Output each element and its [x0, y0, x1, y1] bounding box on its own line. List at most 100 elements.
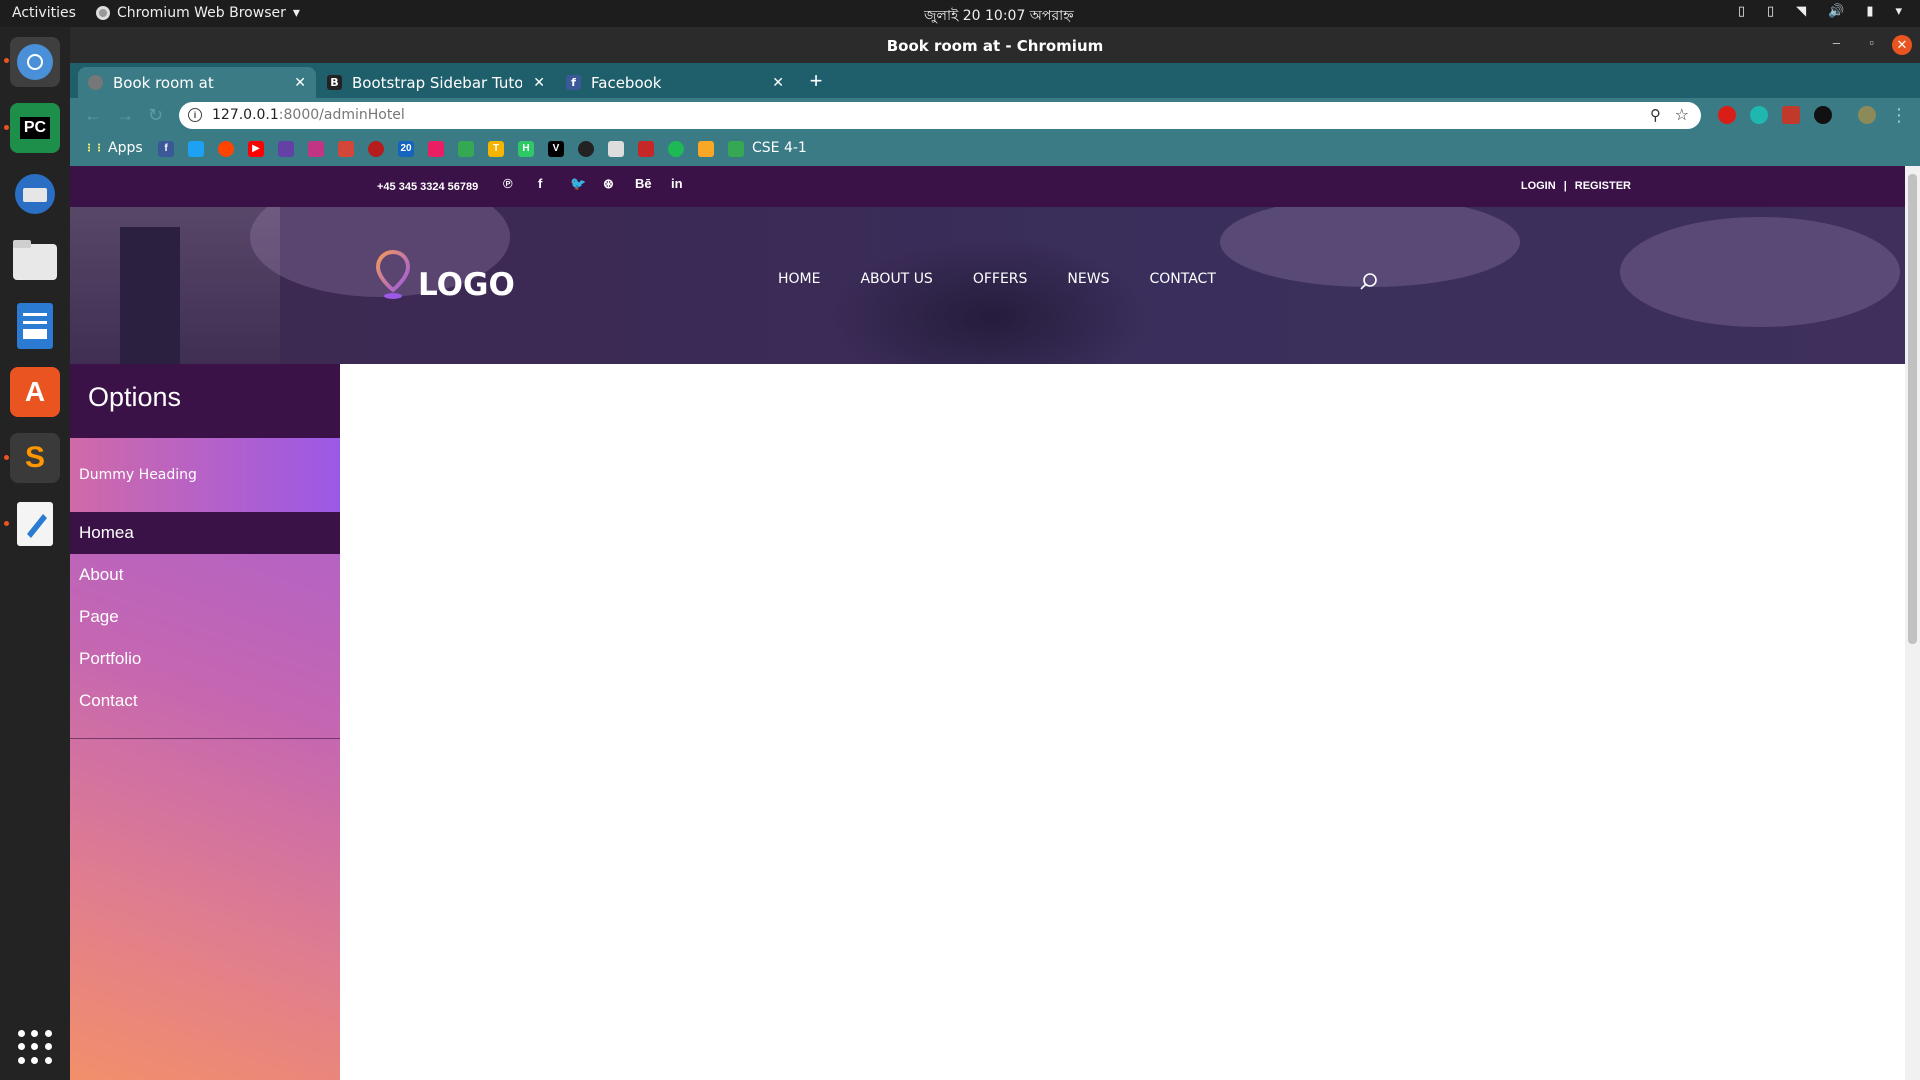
- close-tab-icon[interactable]: ✕: [533, 75, 545, 91]
- app-menu-label: Chromium Web Browser: [117, 5, 286, 21]
- close-tab-icon[interactable]: ✕: [772, 75, 784, 91]
- page-scrollbar[interactable]: [1905, 166, 1920, 1080]
- drive-icon[interactable]: [728, 141, 744, 157]
- login-link[interactable]: LOGIN: [1521, 180, 1556, 192]
- behance-icon[interactable]: Bē: [635, 176, 652, 191]
- phone-icon[interactable]: ▯: [1767, 4, 1774, 19]
- bookmark-icon[interactable]: [428, 141, 444, 157]
- text-editor-launcher[interactable]: [10, 499, 60, 549]
- clock[interactable]: জুলাই 20 10:07 অপরাহ্ন: [924, 4, 1074, 28]
- chromium-launcher[interactable]: [10, 37, 60, 87]
- bookmark-icon[interactable]: [638, 141, 654, 157]
- tab-book-room[interactable]: Book room at ✕: [78, 67, 316, 98]
- battery-icon[interactable]: ▮: [1866, 4, 1873, 19]
- facebook-icon[interactable]: f: [538, 176, 542, 191]
- show-apps-button[interactable]: [18, 1030, 52, 1064]
- twitter-icon[interactable]: 🐦: [570, 176, 586, 192]
- tab-label: Book room at: [113, 73, 214, 92]
- sidebar-item-about[interactable]: About: [70, 554, 340, 596]
- caret-down-icon[interactable]: ▾: [1895, 4, 1902, 19]
- text-editor-icon: [17, 502, 53, 546]
- nav-about-us[interactable]: ABOUT US: [860, 271, 932, 287]
- chromium-icon: [17, 44, 53, 80]
- drive-icon[interactable]: [458, 141, 474, 157]
- minimize-icon[interactable]: –: [1833, 35, 1840, 50]
- profile-avatar[interactable]: [1858, 106, 1876, 124]
- files-launcher[interactable]: [10, 235, 60, 285]
- bookmark-star-icon[interactable]: ☆: [1675, 105, 1689, 125]
- github-icon[interactable]: [578, 141, 594, 157]
- running-indicator: [4, 455, 9, 460]
- dribbble-icon[interactable]: ⊛: [603, 176, 614, 192]
- zoom-icon[interactable]: ⚲: [1650, 106, 1661, 124]
- reddit-icon[interactable]: [218, 141, 234, 157]
- apps-icon[interactable]: ⋮⋮: [84, 141, 104, 157]
- menu-icon[interactable]: ⋮: [1890, 105, 1908, 126]
- spotify-icon[interactable]: [668, 141, 684, 157]
- sublime-launcher[interactable]: S: [10, 433, 60, 483]
- site-logo[interactable]: LOGO: [376, 247, 515, 303]
- sidebar-item-contact[interactable]: Contact: [70, 680, 340, 722]
- web-page: +45 345 3324 56789 ℗ f 🐦 ⊛ Bē in LOGIN |…: [70, 166, 1905, 1080]
- search-icon[interactable]: [1359, 272, 1379, 292]
- sidebar-item-portfolio[interactable]: Portfolio: [70, 638, 340, 680]
- reload-icon[interactable]: ↻: [148, 105, 163, 126]
- register-link[interactable]: REGISTER: [1575, 180, 1631, 192]
- nav-home[interactable]: HOME: [778, 271, 820, 287]
- phone-icon[interactable]: ▯: [1738, 4, 1745, 19]
- tab-bootstrap[interactable]: B Bootstrap Sidebar Tutorial ✕: [317, 67, 555, 98]
- twitch-icon[interactable]: [278, 141, 294, 157]
- close-icon[interactable]: ✕: [1892, 35, 1912, 55]
- nav-news[interactable]: NEWS: [1067, 271, 1109, 287]
- extension-icon[interactable]: [1782, 106, 1800, 124]
- nav-contact[interactable]: CONTACT: [1149, 271, 1215, 287]
- thunderbird-icon: [15, 174, 55, 214]
- software-launcher[interactable]: A: [10, 367, 60, 417]
- bookmark-icon[interactable]: [608, 141, 624, 157]
- address-bar[interactable]: i 127.0.0.1:8000/adminHotel ⚲ ☆: [179, 102, 1701, 129]
- forward-icon[interactable]: →: [116, 105, 134, 126]
- pinterest-icon[interactable]: ℗: [503, 176, 513, 191]
- restore-icon[interactable]: ▫: [1869, 35, 1874, 50]
- address-url[interactable]: 127.0.0.1:8000/adminHotel: [212, 107, 405, 123]
- extension-icon[interactable]: [1718, 106, 1736, 124]
- bookmark-folder-label[interactable]: CSE 4-1: [752, 140, 807, 156]
- hackerrank-icon[interactable]: H: [518, 141, 534, 157]
- folder-icon: [13, 240, 57, 280]
- nav-offers[interactable]: OFFERS: [973, 271, 1028, 287]
- chromium-icon: [96, 6, 110, 20]
- pycharm-launcher[interactable]: PC: [10, 103, 60, 153]
- apps-label[interactable]: Apps: [108, 140, 143, 156]
- calendar-icon[interactable]: 20: [398, 141, 414, 157]
- tab-facebook[interactable]: f Facebook ✕: [556, 67, 794, 98]
- sidebar-item-page[interactable]: Page: [70, 596, 340, 638]
- info-icon[interactable]: i: [188, 108, 202, 122]
- back-icon[interactable]: ←: [84, 105, 102, 126]
- logo-text: LOGO: [418, 267, 515, 303]
- system-tray[interactable]: ▯ ▯ ◥ 🔊 ▮ ▾: [1738, 4, 1902, 19]
- os-top-bar: Activities Chromium Web Browser ▾ জুলাই …: [0, 0, 1920, 27]
- sidebar-item-home[interactable]: Homea: [70, 512, 340, 554]
- app-menu[interactable]: Chromium Web Browser ▾: [96, 5, 300, 21]
- scrollbar-thumb[interactable]: [1908, 174, 1917, 644]
- extension-icon[interactable]: [1750, 106, 1768, 124]
- volume-icon[interactable]: 🔊: [1828, 4, 1844, 19]
- new-tab-button[interactable]: +: [803, 68, 829, 94]
- bookmark-icon[interactable]: V: [548, 141, 564, 157]
- youtube-icon[interactable]: ▶: [248, 141, 264, 157]
- bookmark-icon[interactable]: [368, 141, 384, 157]
- facebook-icon[interactable]: f: [158, 141, 174, 157]
- writer-launcher[interactable]: [10, 301, 60, 351]
- activities-button[interactable]: Activities: [12, 5, 76, 21]
- twitter-icon[interactable]: [188, 141, 204, 157]
- bookmark-icon[interactable]: T: [488, 141, 504, 157]
- close-tab-icon[interactable]: ✕: [294, 75, 306, 91]
- site-info-bar: +45 345 3324 56789 ℗ f 🐦 ⊛ Bē in LOGIN |…: [70, 166, 1905, 207]
- extension-icon[interactable]: [1814, 106, 1832, 124]
- bookmark-icon[interactable]: [698, 141, 714, 157]
- thunderbird-launcher[interactable]: [10, 169, 60, 219]
- linkedin-icon[interactable]: in: [671, 176, 683, 191]
- instagram-icon[interactable]: [308, 141, 324, 157]
- gmail-icon[interactable]: [338, 141, 354, 157]
- wifi-icon[interactable]: ◥: [1796, 4, 1806, 19]
